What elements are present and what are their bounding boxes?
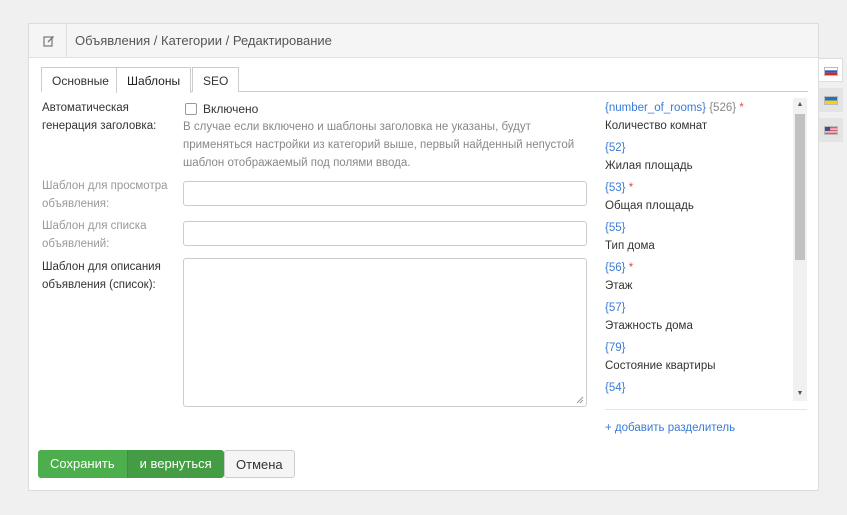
list-item[interactable]: {55} Тип дома	[605, 216, 805, 256]
variable-key[interactable]: {56}	[605, 262, 625, 274]
variable-label: Этажность дома	[605, 320, 693, 332]
autogen-help-text: В случае если включено и шаблоны заголов…	[183, 121, 575, 169]
language-switcher	[819, 58, 843, 148]
variable-id: {526}	[709, 102, 737, 114]
us-flag-icon	[824, 126, 838, 135]
list-item[interactable]: {52} Жилая площадь	[605, 136, 805, 176]
variable-label: Количество комнат	[605, 120, 708, 132]
variable-label: Тип дома	[605, 240, 655, 252]
list-item[interactable]: {54}	[605, 376, 805, 401]
list-item[interactable]: {79} Состояние квартиры	[605, 336, 805, 376]
save-and-return-button[interactable]: и вернуться	[127, 450, 224, 478]
header-divider	[66, 24, 67, 58]
lang-ua[interactable]	[819, 88, 843, 112]
divider	[605, 409, 807, 410]
variable-key[interactable]: {53}	[605, 182, 625, 194]
variable-key[interactable]: {79}	[605, 342, 625, 354]
list-item[interactable]: {57} Этажность дома	[605, 296, 805, 336]
scroll-up-icon[interactable]: ▲	[793, 98, 807, 112]
required-star: *	[739, 102, 744, 114]
lang-en[interactable]	[819, 118, 843, 142]
save-button-group: Сохранить и вернуться	[38, 450, 224, 478]
edit-icon	[43, 36, 54, 47]
autogen-checkbox[interactable]	[185, 103, 197, 115]
scrollbar-thumb[interactable]	[795, 114, 805, 260]
list-item[interactable]: {53} * Общая площадь	[605, 176, 805, 216]
ru-flag-icon	[824, 67, 838, 76]
desc-template-textarea[interactable]	[183, 258, 587, 407]
tab-bar: Основные Шаблоны SEO	[41, 67, 808, 93]
edit-panel: Объявления / Категории / Редактирование …	[28, 23, 819, 491]
tab-templates[interactable]: Шаблоны	[116, 67, 192, 93]
variable-label: Общая площадь	[605, 200, 694, 212]
breadcrumb: Объявления / Категории / Редактирование	[75, 33, 332, 48]
desc-template-label: Шаблон для описания объявления (список):	[42, 261, 161, 291]
autogen-checkbox-label[interactable]: Включено	[203, 102, 258, 116]
variable-key[interactable]: {57}	[605, 302, 625, 314]
list-template-input[interactable]	[183, 221, 587, 246]
autogen-label: Автоматическая генерация заголовка:	[42, 102, 157, 132]
tab-seo[interactable]: SEO	[192, 67, 240, 92]
cancel-button[interactable]: Отмена	[224, 450, 295, 478]
tab-main[interactable]: Основные	[41, 67, 120, 92]
ua-flag-icon	[824, 96, 838, 105]
list-item[interactable]: {56} * Этаж	[605, 256, 805, 296]
list-template-label: Шаблон для списка объявлений:	[42, 220, 147, 250]
variable-label: Жилая площадь	[605, 160, 693, 172]
list-item[interactable]: {number_of_rooms} {526} * Количество ком…	[605, 96, 805, 136]
autogen-checkbox-row[interactable]: Включено	[185, 101, 258, 117]
view-template-label: Шаблон для просмотра объявления:	[42, 180, 168, 210]
variables-list: {number_of_rooms} {526} * Количество ком…	[605, 96, 805, 401]
variable-label: Этаж	[605, 280, 633, 292]
required-star: *	[628, 262, 634, 274]
view-template-input[interactable]	[183, 181, 587, 206]
variables-scrollbar[interactable]: ▲ ▼	[793, 98, 807, 401]
add-separator-link[interactable]: + добавить разделитель	[605, 422, 735, 434]
variable-label: Состояние квартиры	[605, 360, 716, 372]
resize-grip-icon[interactable]	[576, 396, 584, 404]
lang-ru[interactable]	[819, 58, 843, 82]
required-star: *	[628, 182, 634, 194]
save-button[interactable]: Сохранить	[38, 450, 128, 478]
variable-key[interactable]: {number_of_rooms}	[605, 102, 706, 114]
variable-key[interactable]: {54}	[605, 382, 625, 394]
variable-key[interactable]: {55}	[605, 222, 625, 234]
panel-header: Объявления / Категории / Редактирование	[29, 24, 818, 58]
variable-key[interactable]: {52}	[605, 142, 625, 154]
scroll-down-icon[interactable]: ▼	[793, 387, 807, 401]
